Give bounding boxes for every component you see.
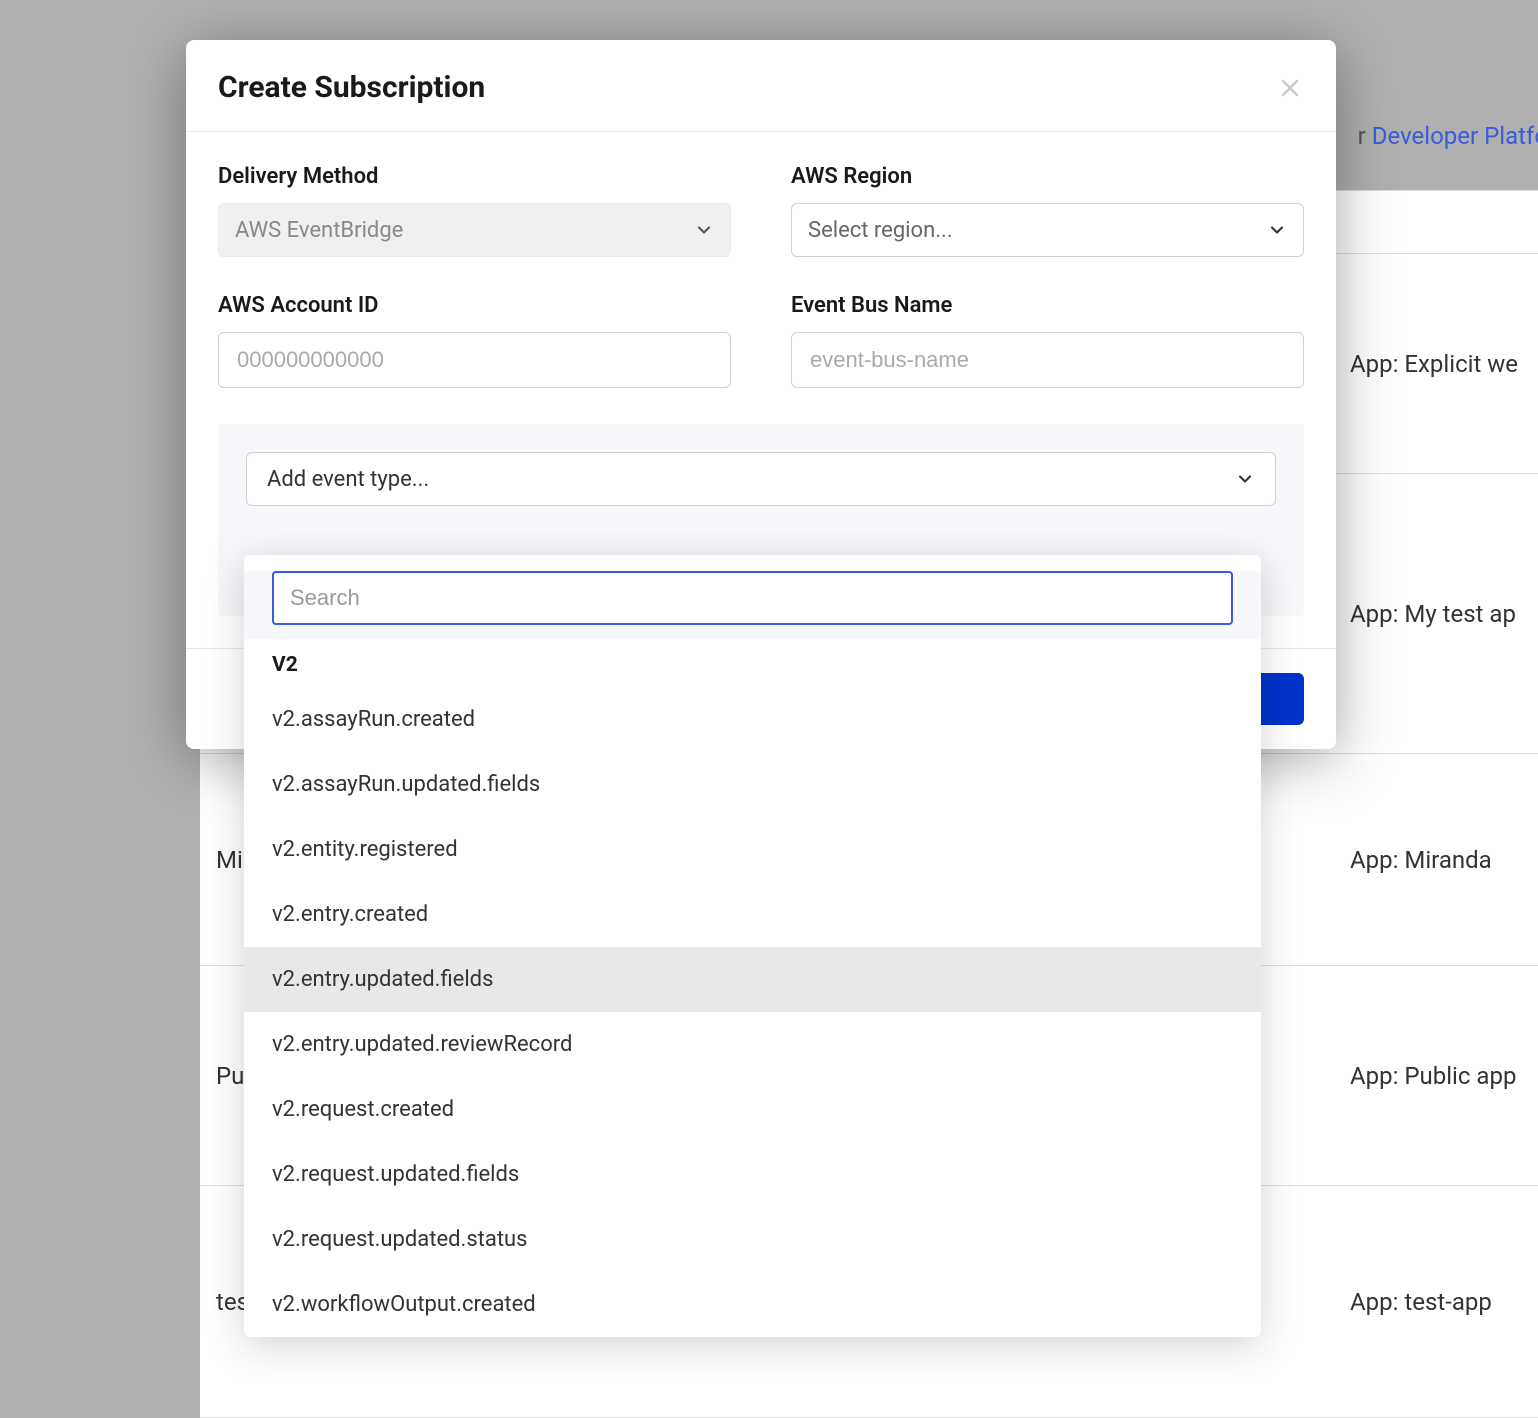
dropdown-item[interactable]: v2.request.updated.fields (244, 1142, 1261, 1207)
chevron-down-icon (694, 220, 714, 240)
delivery-method-select: AWS EventBridge (218, 203, 731, 257)
dropdown-item[interactable]: v2.assayRun.updated.fields (244, 752, 1261, 817)
dropdown-group-label: V2 (244, 639, 1261, 687)
close-icon[interactable] (1276, 74, 1304, 102)
aws-account-id-label: AWS Account ID (218, 293, 731, 318)
dropdown-item[interactable]: v2.request.created (244, 1077, 1261, 1142)
modal-title: Create Subscription (218, 70, 485, 105)
dropdown-item[interactable]: v2.entry.created (244, 882, 1261, 947)
dropdown-item[interactable]: v2.entry.updated.fields (244, 947, 1261, 1012)
dropdown-item[interactable]: v2.request.updated.status (244, 1207, 1261, 1272)
chevron-down-icon (1235, 469, 1255, 489)
dropdown-item[interactable]: v2.workflowOutput.created (244, 1272, 1261, 1337)
aws-region-select[interactable]: Select region... (791, 203, 1304, 257)
modal-header: Create Subscription (186, 40, 1336, 132)
event-type-dropdown: V2 v2.assayRun.createdv2.assayRun.update… (244, 555, 1261, 1337)
aws-region-label: AWS Region (791, 164, 1304, 189)
dropdown-item[interactable]: v2.assayRun.created (244, 687, 1261, 752)
add-event-type-select[interactable]: Add event type... (246, 452, 1276, 506)
dropdown-search-input[interactable] (272, 571, 1233, 625)
chevron-down-icon (1267, 220, 1287, 240)
event-bus-name-input[interactable] (791, 332, 1304, 388)
dropdown-item[interactable]: v2.entity.registered (244, 817, 1261, 882)
event-bus-name-label: Event Bus Name (791, 293, 1304, 318)
aws-account-id-input[interactable] (218, 332, 731, 388)
dropdown-item[interactable]: v2.entry.updated.reviewRecord (244, 1012, 1261, 1077)
developer-platform-link[interactable]: r Developer Platfo (1358, 122, 1538, 150)
delivery-method-label: Delivery Method (218, 164, 731, 189)
